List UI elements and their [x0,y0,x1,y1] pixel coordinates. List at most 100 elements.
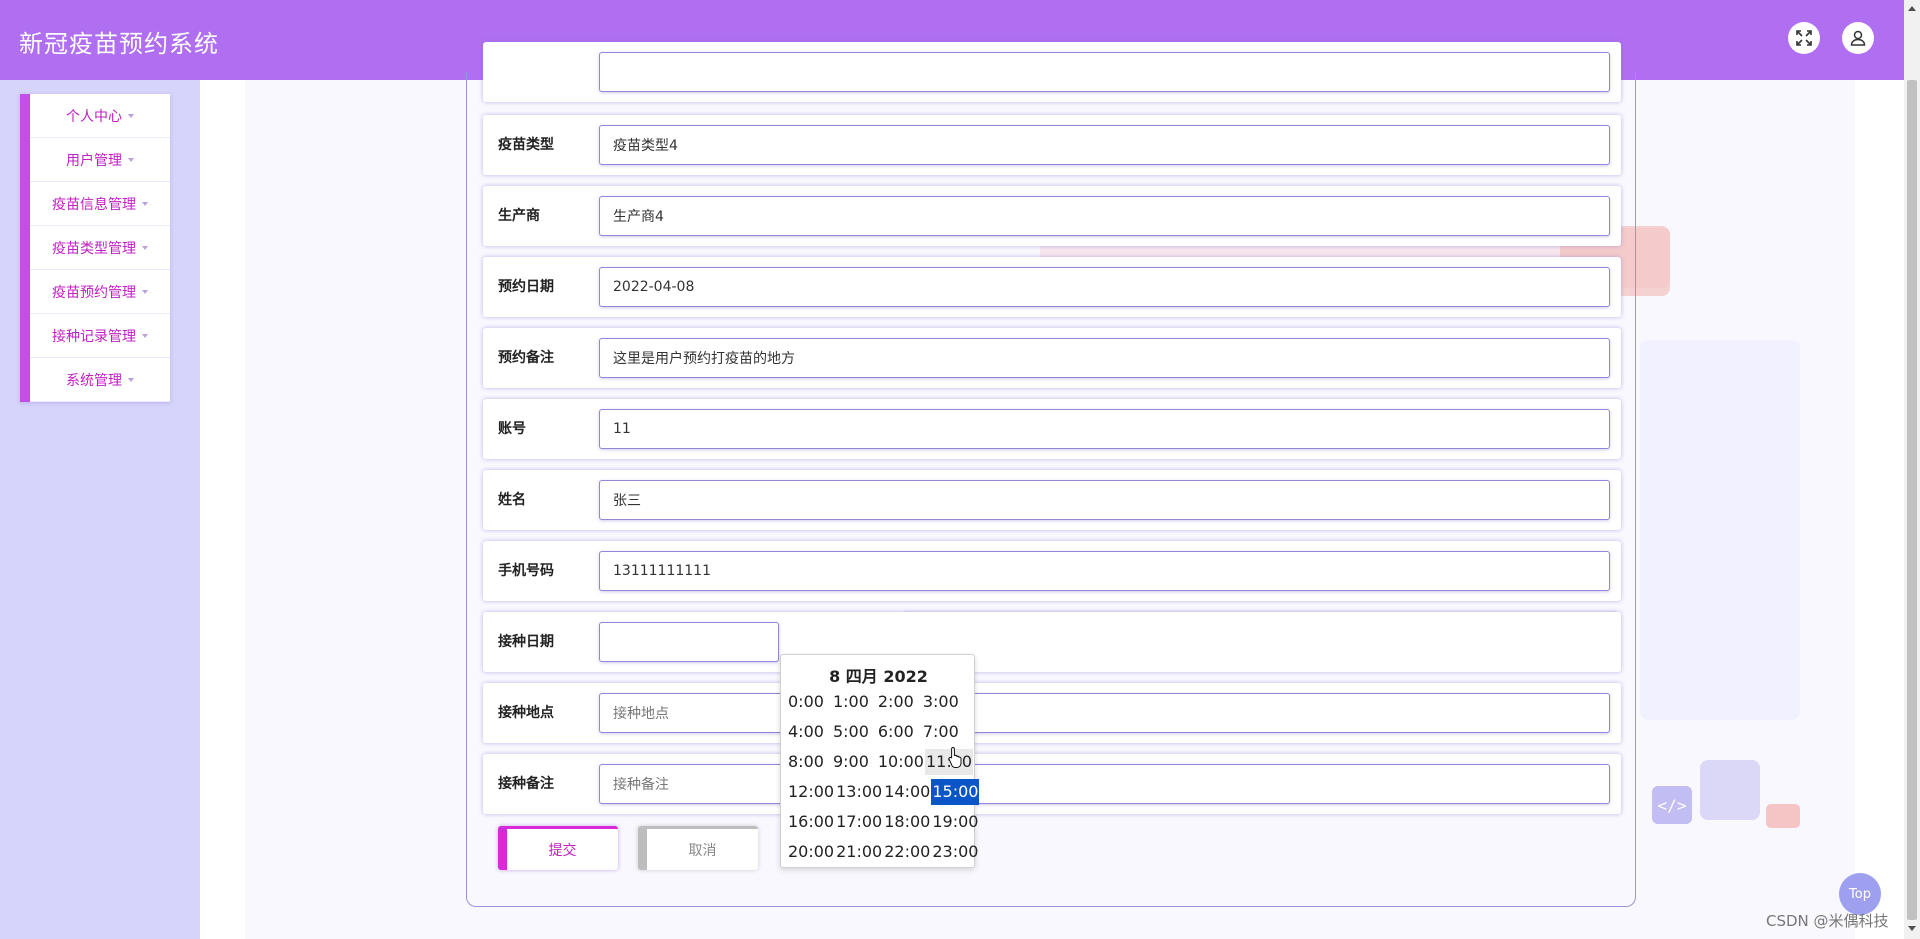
cancel-button[interactable]: 取消 [638,826,758,870]
time-option[interactable]: 5:00 [832,719,870,745]
sidebar-item-label: 疫苗预约管理 [52,284,136,301]
time-option[interactable]: 16:00 [787,809,835,835]
time-option[interactable]: 20:00 [787,839,835,865]
field-label: 接种备注 [498,776,554,792]
time-option[interactable]: 18:00 [883,809,931,835]
time-option[interactable]: 22:00 [883,839,931,865]
time-option[interactable]: 13:00 [835,779,883,805]
partial-input[interactable] [599,52,1610,92]
form-row-phone: 手机号码 13111111111 [483,541,1621,601]
vaccine-type-field[interactable]: 疫苗类型4 [599,125,1610,165]
sidebar-item-system[interactable]: 系统管理 [30,358,170,402]
field-label: 生产商 [498,208,540,224]
form-row-manufacturer: 生产商 生产商4 [483,186,1621,246]
sidebar-item-vaccine-booking[interactable]: 疫苗预约管理 [30,270,170,314]
watermark: CSDN @米偶科技 [1766,912,1889,930]
form-row-booking-date: 预约日期 2022-04-08 [483,257,1621,317]
field-label: 手机号码 [498,563,554,579]
field-label: 预约日期 [498,279,554,295]
form-row-vaccination-date: 接种日期 [483,612,1621,672]
time-option[interactable]: 17:00 [835,809,883,835]
time-option[interactable]: 6:00 [877,719,915,745]
booking-date-field[interactable]: 2022-04-08 [599,267,1610,307]
time-option[interactable]: 12:00 [787,779,835,805]
sidebar-item-label: 接种记录管理 [52,328,136,345]
field-label: 账号 [498,421,526,437]
time-option[interactable]: 8:00 [787,749,825,775]
time-option[interactable]: 3:00 [922,689,960,715]
time-option[interactable]: 9:00 [832,749,870,775]
sidebar-item-label: 疫苗信息管理 [52,196,136,213]
time-option[interactable]: 4:00 [787,719,825,745]
form-row-name: 姓名 张三 [483,470,1621,530]
caret-down-icon [128,377,134,382]
app-title: 新冠疫苗预约系统 [19,30,219,58]
field-label: 疫苗类型 [498,137,554,153]
time-option[interactable]: 1:00 [832,689,870,715]
sidebar-item-label: 用户管理 [66,152,122,169]
time-option[interactable]: 0:00 [787,689,825,715]
scrollbar-thumb[interactable] [1907,80,1917,920]
time-picker-row: 0:00 1:00 2:00 3:00 [787,687,973,717]
vaccination-site-field[interactable]: 接种地点 [599,693,1610,733]
time-option[interactable]: 21:00 [835,839,883,865]
time-option[interactable]: 19:00 [931,809,979,835]
scroll-down-icon[interactable] [1908,926,1916,931]
form-row-vaccination-site: 接种地点 接种地点 [483,683,1621,743]
form-row-vaccine-type: 疫苗类型 疫苗类型4 [483,115,1621,175]
sidebar-item-vaccine-info[interactable]: 疫苗信息管理 [30,182,170,226]
time-option[interactable]: 7:00 [922,719,960,745]
submit-button[interactable]: 提交 [498,826,618,870]
sidebar-item-user-management[interactable]: 用户管理 [30,138,170,182]
name-field[interactable]: 张三 [599,480,1610,520]
sidebar-menu: 个人中心 用户管理 疫苗信息管理 疫苗类型管理 疫苗预约管理 接种记录管理 系统… [20,94,170,402]
time-picker-grid: 0:00 1:00 2:00 3:00 4:00 5:00 6:00 7:00 … [787,687,980,867]
form-row-vaccination-note: 接种备注 接种备注 [483,754,1621,814]
user-button[interactable] [1842,22,1874,54]
sidebar-item-label: 个人中心 [66,108,122,125]
sidebar-item-label: 疫苗类型管理 [52,240,136,257]
sidebar-item-vaccine-type[interactable]: 疫苗类型管理 [30,226,170,270]
background-illustration [1700,760,1760,820]
background-illustration [1640,340,1800,720]
time-option[interactable]: 14:00 [883,779,931,805]
sidebar-item-vaccination-records[interactable]: 接种记录管理 [30,314,170,358]
phone-field[interactable]: 13111111111 [599,551,1610,591]
time-option[interactable]: 23:00 [931,839,979,865]
field-label: 姓名 [498,492,526,508]
scroll-up-icon[interactable] [1908,6,1916,11]
form-row-account: 账号 11 [483,399,1621,459]
caret-down-icon [142,289,148,294]
caret-down-icon [128,113,134,118]
time-option-selected[interactable]: 15:00 [931,779,980,805]
time-option[interactable]: 10:00 [877,749,925,775]
time-picker-row: 4:00 5:00 6:00 7:00 [787,717,973,747]
caret-down-icon [142,333,148,338]
caret-down-icon [142,201,148,206]
fullscreen-button[interactable] [1788,22,1820,54]
sidebar-item-personal-center[interactable]: 个人中心 [30,94,170,138]
account-field[interactable]: 11 [599,409,1610,449]
time-picker-row: 16:00 17:00 18:00 19:00 [787,807,978,837]
form-row-partial [483,42,1621,102]
video-icon [1766,804,1800,828]
vaccination-date-field[interactable] [599,622,779,662]
field-label: 接种日期 [498,634,554,650]
code-icon: </> [1652,786,1692,824]
vaccination-note-field[interactable]: 接种备注 [599,764,1610,804]
caret-down-icon [128,157,134,162]
sidebar-item-label: 系统管理 [66,372,122,389]
caret-down-icon [142,245,148,250]
manufacturer-field[interactable]: 生产商4 [599,196,1610,236]
time-option[interactable]: 2:00 [877,689,915,715]
time-picker-title: 8 四月 2022 [829,667,928,686]
booking-note-field[interactable]: 这里是用户预约打疫苗的地方 [599,338,1610,378]
hand-cursor-icon [948,746,962,768]
form-row-booking-note: 预约备注 这里是用户预约打疫苗的地方 [483,328,1621,388]
user-icon [1850,30,1866,46]
fullscreen-icon [1796,30,1812,46]
time-picker-row: 8:00 9:00 10:00 11:00 [787,747,974,777]
back-to-top-button[interactable]: Top [1839,873,1881,915]
field-label: 接种地点 [498,705,554,721]
time-picker-row: 12:00 13:00 14:00 15:00 [787,777,980,807]
